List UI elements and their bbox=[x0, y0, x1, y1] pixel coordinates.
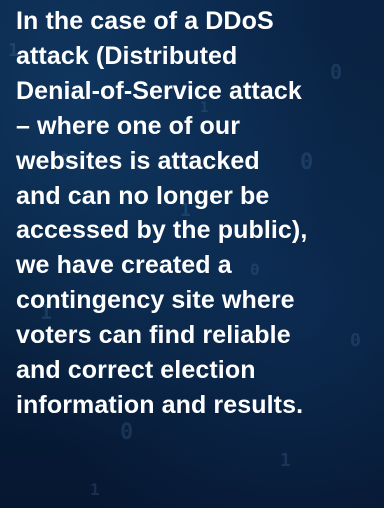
ddos-contingency-message: In the case of a DDoS attack (Distribute… bbox=[16, 7, 308, 419]
binary-digit: 0 bbox=[120, 420, 134, 445]
text-container: In the case of a DDoS attack (Distribute… bbox=[16, 4, 384, 423]
binary-digit: 1 bbox=[280, 450, 291, 471]
binary-digit: 1 bbox=[90, 480, 100, 499]
